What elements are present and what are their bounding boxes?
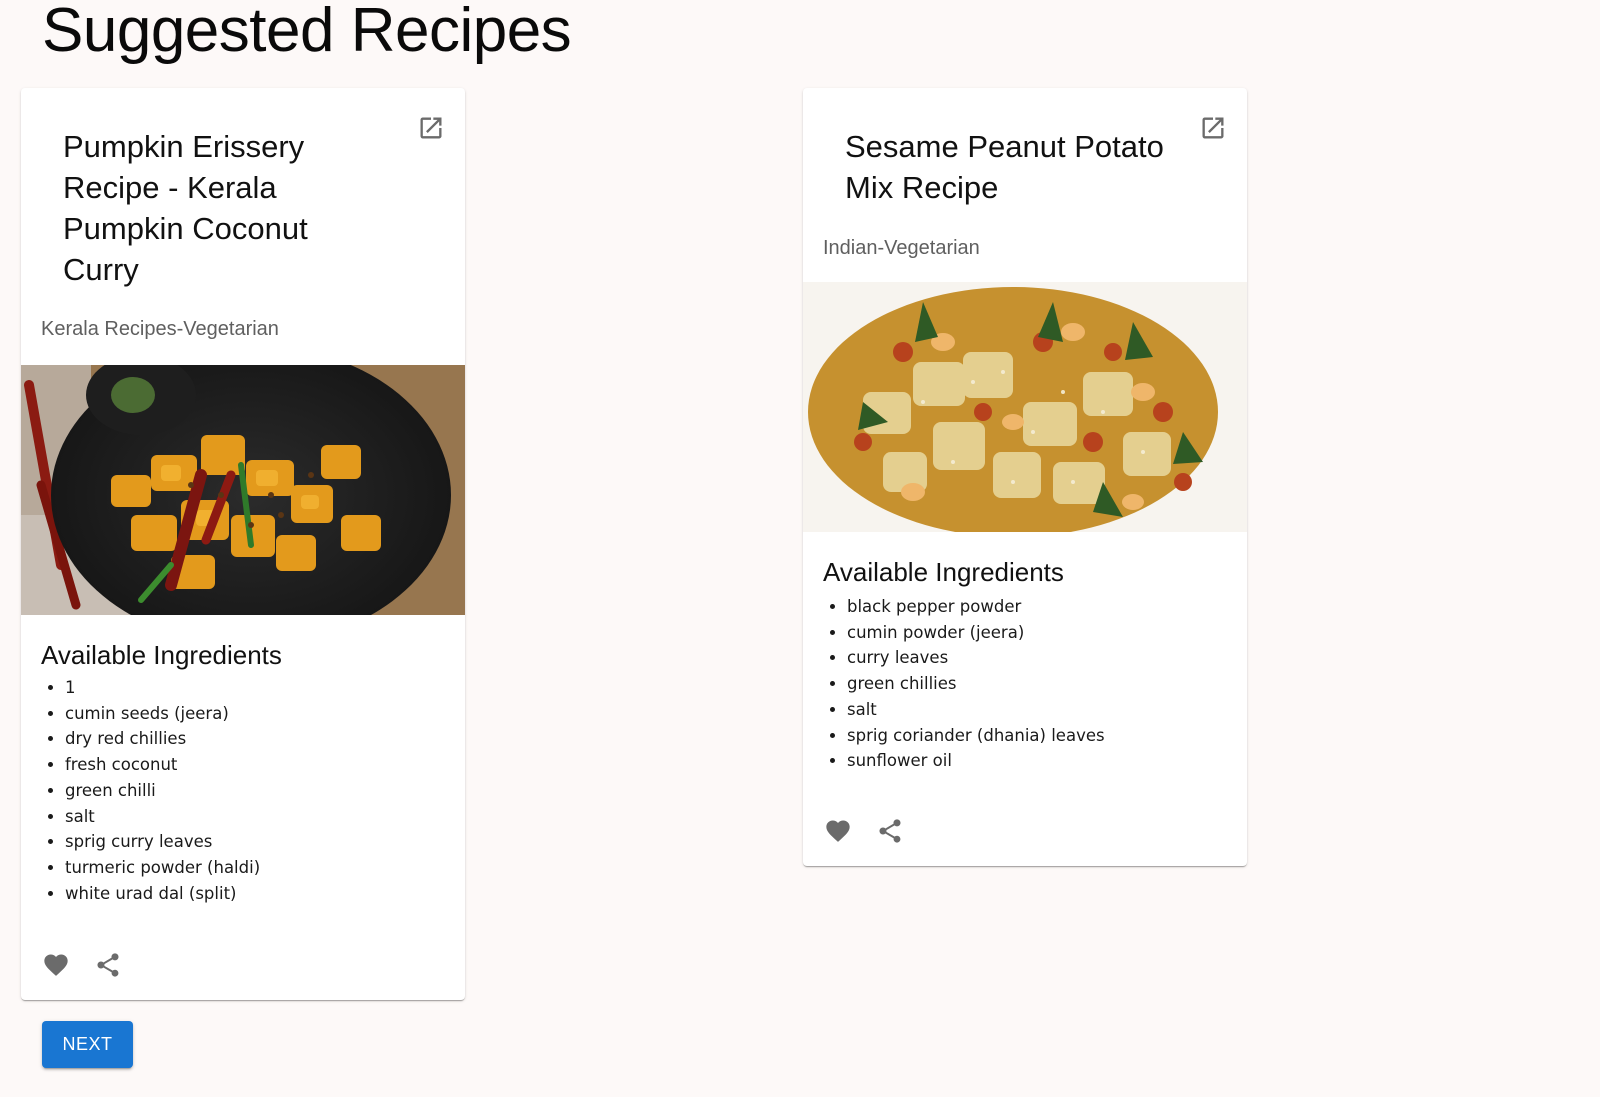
recipe-title: Sesame Peanut Potato Mix Recipe (845, 129, 1164, 205)
ingredient-item: curry leaves (847, 645, 1105, 671)
share-button[interactable] (875, 816, 905, 846)
ingredient-item: sprig curry leaves (65, 829, 260, 855)
ingredient-item: salt (65, 804, 260, 830)
heart-icon (44, 954, 68, 976)
ingredient-item: white urad dal (split) (65, 881, 260, 907)
ingredient-item: sprig coriander (dhania) leaves (847, 723, 1105, 749)
next-button[interactable]: NEXT (42, 1021, 133, 1068)
heart-icon (826, 820, 850, 842)
ingredients-list: black pepper powder cumin powder (jeera)… (823, 594, 1105, 774)
recipe-category: Kerala Recipes-Vegetarian (41, 318, 279, 340)
favorite-button[interactable] (41, 950, 71, 980)
recipes-page: Suggested Recipes Pumpkin Erissery Recip… (0, 0, 1600, 1097)
ingredient-item: black pepper powder (847, 594, 1105, 620)
open-in-new-icon[interactable] (1199, 114, 1227, 142)
ingredient-item: cumin powder (jeera) (847, 620, 1105, 646)
card-actions (823, 816, 905, 846)
recipe-card: Sesame Peanut Potato Mix Recipe Indian-V… (803, 88, 1247, 866)
open-in-new-icon[interactable] (417, 114, 445, 142)
recipe-card: Pumpkin Erissery Recipe - Kerala Pumpkin… (21, 88, 465, 1000)
share-button[interactable] (93, 950, 123, 980)
ingredient-item: salt (847, 697, 1105, 723)
share-icon (97, 953, 119, 977)
ingredient-item: turmeric powder (haldi) (65, 855, 260, 881)
recipe-image (21, 365, 465, 615)
card-actions (41, 950, 123, 980)
ingredient-item: sunflower oil (847, 748, 1105, 774)
ingredient-item: cumin seeds (jeera) (65, 701, 260, 727)
ingredients-heading: Available Ingredients (823, 557, 1064, 587)
ingredient-item: fresh coconut (65, 752, 260, 778)
share-icon (879, 819, 901, 843)
ingredient-item: 1 (65, 675, 260, 701)
ingredients-list: 1 cumin seeds (jeera) dry red chillies f… (41, 675, 260, 906)
recipe-title: Pumpkin Erissery Recipe - Kerala Pumpkin… (63, 129, 308, 287)
ingredient-item: green chilli (65, 778, 260, 804)
recipe-image (803, 282, 1247, 532)
ingredient-item: dry red chillies (65, 726, 260, 752)
favorite-button[interactable] (823, 816, 853, 846)
ingredient-item: green chillies (847, 671, 1105, 697)
recipe-category: Indian-Vegetarian (823, 237, 980, 259)
page-title: Suggested Recipes (42, 0, 572, 65)
ingredients-heading: Available Ingredients (41, 640, 282, 670)
